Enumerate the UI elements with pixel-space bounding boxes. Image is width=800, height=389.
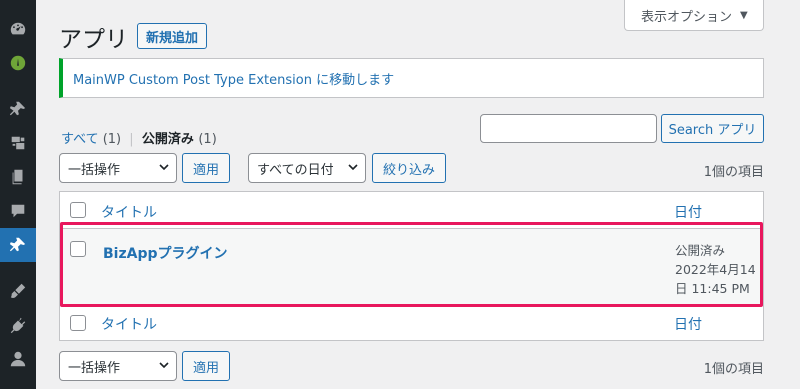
caret-down-icon: ▼ [740, 9, 748, 21]
screen-options-button[interactable]: 表示オプション ▼ [624, 0, 764, 31]
filter-button[interactable]: 絞り込み [372, 153, 446, 183]
row-checkbox[interactable] [70, 241, 86, 257]
add-new-button[interactable]: 新規追加 [137, 23, 208, 49]
chevron-down-icon [348, 164, 358, 171]
appearance-icon[interactable] [0, 274, 36, 308]
bulk-apply-button[interactable]: 適用 [182, 153, 230, 183]
view-published-label: 公開済み [141, 132, 194, 147]
comments-icon[interactable] [0, 194, 36, 228]
apps-pin-icon[interactable] [0, 228, 36, 262]
items-count-bottom: 1個の項目 [703, 362, 764, 377]
date-column-header[interactable]: 日付 [674, 202, 702, 222]
users-icon[interactable] [0, 342, 36, 376]
notice-link[interactable]: MainWP Custom Post Type Extension に移動します [73, 69, 394, 88]
date-column-footer[interactable]: 日付 [674, 314, 702, 334]
status-views: すべて (1) | 公開済み (1) [61, 128, 217, 147]
posts-table: タイトル 日付 BizAppプラグイン 公開済み 2022年4月14 日 11:… [59, 191, 764, 341]
dashboard-icon[interactable] [0, 12, 36, 46]
view-all-count: (1) [102, 132, 122, 147]
admin-sidebar [0, 0, 36, 389]
media-icon[interactable] [0, 126, 36, 160]
row-title-link[interactable]: BizAppプラグイン [103, 243, 228, 263]
notice-banner: MainWP Custom Post Type Extension に移動します [59, 58, 764, 98]
bulk-action-value-bottom: 一括操作 [68, 360, 121, 376]
search-input[interactable] [480, 114, 657, 143]
date-filter-select[interactable]: すべての日付 [248, 153, 366, 183]
select-all-checkbox-footer[interactable] [70, 315, 86, 331]
table-footer: タイトル 日付 [60, 306, 763, 342]
bulk-action-select[interactable]: 一括操作 [59, 153, 177, 183]
table-row: BizAppプラグイン 公開済み 2022年4月14 日 11:45 PM [60, 228, 763, 306]
row-status: 公開済み [675, 243, 726, 258]
view-published-link[interactable]: 公開済み (1) [142, 132, 217, 147]
bulk-action-select-bottom[interactable]: 一括操作 [59, 351, 177, 381]
title-column-footer[interactable]: タイトル [101, 314, 157, 334]
chevron-down-icon [159, 164, 169, 171]
page-title: アプリ [59, 27, 128, 53]
pages-icon[interactable] [0, 160, 36, 194]
bulk-action-value: 一括操作 [68, 162, 121, 178]
posts-pin-icon[interactable] [0, 92, 36, 126]
title-column-header[interactable]: タイトル [101, 202, 157, 222]
table-header: タイトル 日付 [60, 192, 763, 228]
screen-options-label: 表示オプション [641, 9, 733, 25]
mainwp-icon[interactable] [0, 46, 36, 80]
view-all-link[interactable]: すべて (1) [61, 132, 121, 147]
row-date: 公開済み 2022年4月14 日 11:45 PM [675, 241, 761, 298]
chevron-down-icon [159, 362, 169, 369]
search-button[interactable]: Search アプリ [661, 114, 764, 143]
plugins-icon[interactable] [0, 308, 36, 342]
main-content: 表示オプション ▼ アプリ 新規追加 MainWP Custom Post Ty… [36, 0, 800, 389]
select-all-checkbox[interactable] [70, 202, 86, 218]
date-filter-value: すべての日付 [257, 162, 334, 178]
bulk-apply-button-bottom[interactable]: 適用 [182, 351, 230, 381]
row-date-line2: 日 11:45 PM [675, 281, 750, 296]
row-date-line1: 2022年4月14 [675, 262, 756, 277]
view-separator: | [129, 132, 134, 147]
view-all-label: すべて [61, 132, 99, 147]
view-published-count: (1) [198, 132, 217, 147]
items-count: 1個の項目 [703, 165, 764, 180]
